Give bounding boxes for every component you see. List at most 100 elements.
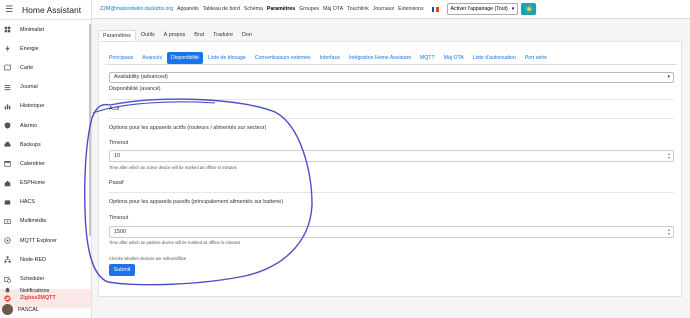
tab-brut[interactable]: Brut (190, 30, 208, 41)
subtab-mqtt[interactable]: MQTT (416, 52, 439, 64)
passive-timeout-help: Time after which an passive device will … (109, 240, 241, 245)
divider (109, 99, 674, 100)
sidebar-item-node-red[interactable]: Node-RED (0, 250, 91, 269)
lightning-icon (4, 45, 11, 53)
sidebar-scrollbar[interactable] (89, 24, 91, 236)
permit-join-value: Activer l'appairage (Tout) (450, 6, 508, 12)
active-timeout-help: Time after which an active device will b… (109, 165, 237, 170)
sidebar-item-mqtt-explorer[interactable]: MQTT Explorer (0, 231, 91, 250)
mqtt-icon (4, 237, 11, 244)
nav-link-m-j-ota[interactable]: Màj OTA (323, 6, 343, 12)
theme-toggle-button[interactable] (521, 3, 537, 15)
sidebar-bottom: Notifications PASCAL (0, 281, 92, 318)
sidebar-item-backups[interactable]: Backups (0, 135, 91, 154)
subtab-int-gration-home-assistant[interactable]: Intégration Home Assistant (345, 52, 415, 64)
sidebar-item-label: PASCAL (18, 306, 39, 313)
media-icon (4, 218, 11, 225)
sidebar-item-esphome[interactable]: ESPHome (0, 174, 91, 193)
settings-sub-tabs: Principaux Avancés Disponibilité Liste de b… (105, 52, 552, 64)
divider (109, 192, 674, 193)
nav-link-sch-ma[interactable]: Schéma (244, 6, 263, 12)
active-section-title: Actif (109, 106, 120, 112)
nav-link-appareils[interactable]: Appareils (177, 6, 199, 12)
tab-don[interactable]: Don (238, 30, 256, 41)
sidebar-header: ☰ Home Assistant (0, 0, 91, 20)
chart-icon (4, 103, 11, 110)
subtab-convertisseurs-externes[interactable]: Convertisseurs externes (251, 52, 315, 64)
subtab-liste-d-autorisation[interactable]: Liste d'autorisation (469, 52, 520, 64)
subtab-interface[interactable]: Interface (316, 52, 344, 64)
section-title: Disponibilité (avancé) (109, 86, 161, 92)
passive-timeout-label: Timeout (109, 215, 129, 221)
active-timeout-input[interactable]: 10 ▴ ▾ (109, 150, 674, 162)
subtab-m-j-ota[interactable]: Màj OTA (440, 52, 468, 64)
sidebar-item-calendrier[interactable]: Calendrier (0, 154, 91, 173)
passive-description: Options pour les appareils passifs (prin… (109, 199, 284, 205)
sidebar-item-carte[interactable]: Carte (0, 58, 91, 77)
shield-icon (4, 122, 11, 129)
tab-param-tres[interactable]: Paramètres (98, 30, 136, 41)
sidebar-item-label: Backups (20, 141, 41, 148)
tab-traduire[interactable]: Traduire (209, 30, 237, 41)
subtab-avanc-s[interactable]: Avancés (138, 52, 166, 64)
sidebar-item-label: HACS (20, 199, 35, 206)
nav-link-groupes[interactable]: Groupes (299, 6, 319, 12)
nav-link-touchlink[interactable]: Touchlink (347, 6, 369, 12)
sidebar-item-label: MQTT Explorer (20, 237, 57, 244)
nav-link-param-tres[interactable]: Paramètres (267, 6, 295, 12)
bell-icon (4, 287, 11, 294)
main-tabs: Paramètres Outils À propos Brut Traduire Don (98, 30, 257, 41)
hacs-icon (4, 199, 11, 206)
submit-button[interactable]: Submit (109, 264, 135, 276)
nav-link-journaux[interactable]: Journaux (373, 6, 394, 12)
sidebar-item-label: Journal (20, 84, 38, 91)
availability-select[interactable]: Availability (advanced) ▾ (109, 72, 674, 83)
sidebar-item-historique[interactable]: Historique (0, 97, 91, 116)
tab-outils[interactable]: Outils (137, 30, 159, 41)
sidebar-item-alarmo[interactable]: Alarmo (0, 116, 91, 135)
subtab-port-s-rie[interactable]: Port série (521, 52, 551, 64)
sun-icon (525, 5, 533, 13)
permit-join-select[interactable]: Activer l'appairage (Tout) ▾ (446, 3, 519, 15)
sidebar: ☰ Home Assistant Minimalist Énergie Carte J… (0, 0, 92, 318)
sidebar-item-hacs[interactable]: HACS (0, 193, 91, 212)
subtab-disponibilit-[interactable]: Disponibilité (167, 52, 204, 64)
sitemap-icon (4, 256, 11, 263)
subtab-principaux[interactable]: Principaux (105, 52, 137, 64)
sidebar-item-label: Carte (20, 64, 34, 71)
calendar-icon (4, 160, 11, 168)
active-timeout-label: Timeout (109, 140, 129, 146)
spinner-icon[interactable]: ▴ ▾ (668, 228, 670, 236)
esphome-icon (4, 180, 11, 187)
sidebar-item-user[interactable]: PASCAL (0, 300, 92, 318)
dashboard-icon (4, 26, 11, 33)
avatar (2, 304, 13, 316)
nav-link-tableau-de-bord[interactable]: Tableau de bord (203, 6, 240, 12)
availability-select-value: Availability (advanced) (114, 74, 168, 80)
sidebar-item-journal[interactable]: Journal (0, 78, 91, 97)
active-timeout-value: 10 (114, 153, 120, 159)
french-flag-icon[interactable] (431, 6, 439, 12)
menu-icon[interactable]: ☰ (0, 4, 18, 15)
list-icon (4, 84, 11, 91)
passive-section-title: Passif (109, 180, 124, 186)
sidebar-item--nergie[interactable]: Énergie (0, 39, 91, 58)
passive-timeout-input[interactable]: 1500 ▴ ▾ (109, 226, 674, 238)
sidebar-item-label: Énergie (20, 45, 39, 52)
subtab-liste-de-blocage[interactable]: Liste de blocage (204, 52, 250, 64)
coordinator-email-link[interactable]: Z2M@maisonbelin.duckdns.org (100, 6, 173, 12)
passive-timeout-value: 1500 (114, 229, 126, 235)
tab--propos[interactable]: À propos (160, 30, 190, 41)
sidebar-item-multim-dia[interactable]: Multimédia (0, 212, 91, 231)
checks-note: Checks whether devices are online/offlin… (109, 256, 187, 261)
sidebar-item-label: ESPHome (20, 180, 46, 187)
nav-link-extensions[interactable]: Extensions (398, 6, 423, 12)
sidebar-item-label: Minimalist (20, 26, 44, 33)
sidebar-item-notifications[interactable]: Notifications (0, 281, 92, 300)
sidebar-item-minimalist[interactable]: Minimalist (0, 20, 91, 39)
map-icon (4, 64, 11, 72)
app-title: Home Assistant (22, 4, 82, 15)
spinner-icon[interactable]: ▴ ▾ (668, 152, 670, 160)
sidebar-item-label: Notifications (20, 287, 50, 294)
chevron-down-icon: ▾ (511, 6, 515, 12)
